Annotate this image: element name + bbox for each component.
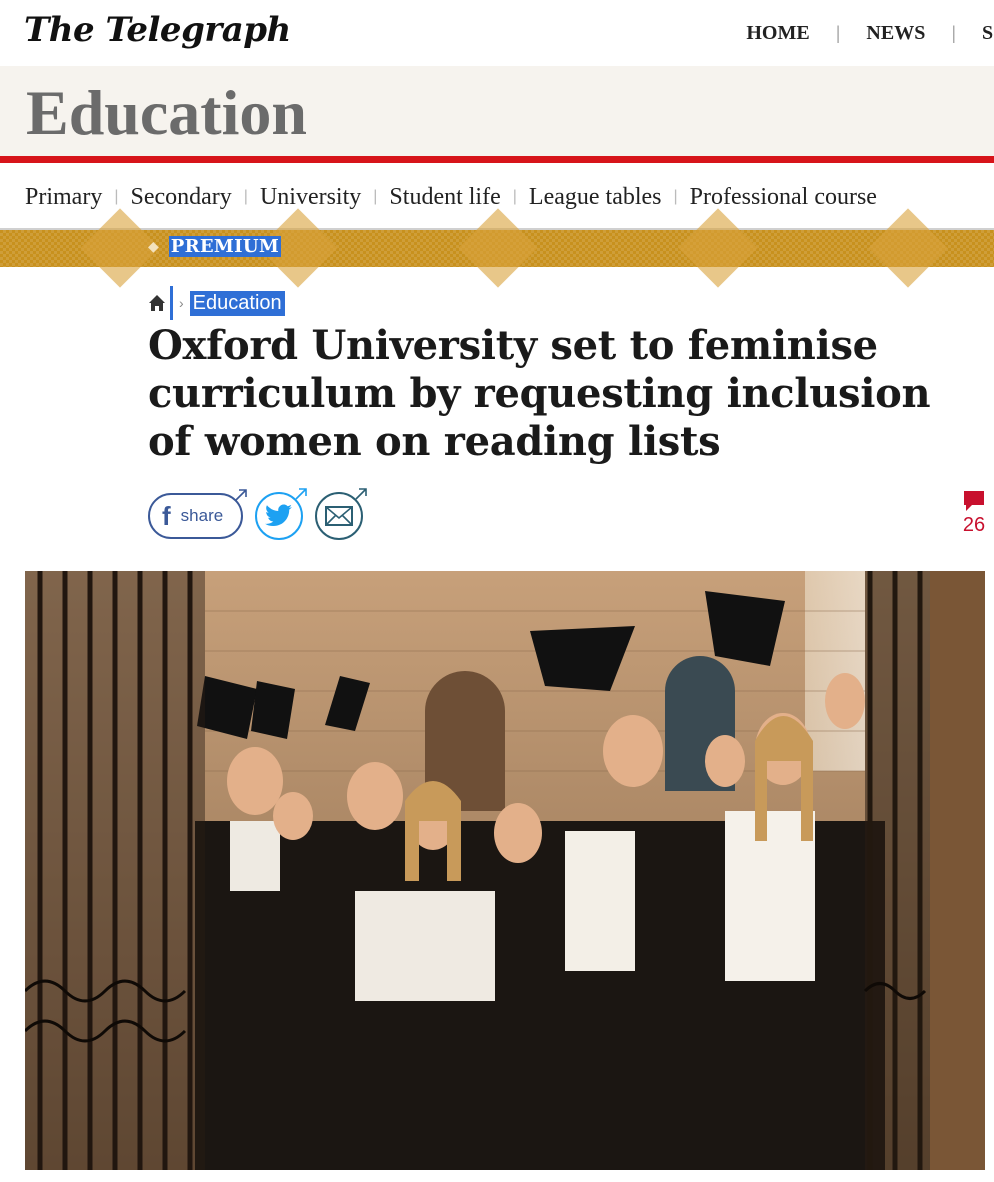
section-header: Education <box>0 66 994 156</box>
subnav-divider: | <box>673 188 678 205</box>
subnav-item-primary[interactable]: Primary <box>25 184 102 211</box>
external-arrow-icon <box>295 488 308 500</box>
premium-label: PREMIUM <box>168 236 282 257</box>
section-divider <box>0 156 994 163</box>
comment-icon <box>964 491 984 511</box>
share-buttons: f share <box>148 488 368 540</box>
nav-divider: | <box>835 23 841 43</box>
top-header: The Telegraph HOME | NEWS | S <box>0 0 994 66</box>
nav-home[interactable]: HOME <box>746 22 809 45</box>
facebook-icon: f <box>162 500 171 531</box>
breadcrumb: › Education <box>148 286 285 320</box>
nav-item-truncated[interactable]: S <box>982 22 994 45</box>
twitter-icon <box>265 504 293 527</box>
nav-divider: | <box>951 23 956 43</box>
subnav-divider: | <box>373 188 378 205</box>
article-photo <box>25 571 985 1170</box>
comment-count: 26 <box>962 514 986 536</box>
subnav-item-university[interactable]: University <box>260 184 361 211</box>
facebook-share-button[interactable]: f share <box>148 489 248 539</box>
email-icon <box>325 506 354 526</box>
twitter-share-button[interactable] <box>255 488 308 540</box>
subnav-item-student-life[interactable]: Student life <box>389 184 500 211</box>
external-arrow-icon <box>235 489 248 501</box>
subnav-divider: | <box>512 188 517 205</box>
facebook-share-label: share <box>180 506 224 525</box>
top-nav: HOME | NEWS | S <box>746 22 994 45</box>
telegraph-logo[interactable]: The Telegraph <box>24 10 291 50</box>
nav-news[interactable]: NEWS <box>866 22 925 45</box>
premium-banner: ◆ PREMIUM <box>0 208 994 288</box>
chevron-right-icon: › <box>179 295 184 311</box>
email-share-button[interactable] <box>315 488 368 540</box>
comments-link[interactable]: 26 <box>956 490 992 537</box>
subnav-item-league-tables[interactable]: League tables <box>529 184 662 211</box>
premium-diamond-icon: ◆ <box>148 238 159 255</box>
premium-badge: ◆ PREMIUM <box>148 236 282 257</box>
subnav-item-secondary[interactable]: Secondary <box>130 184 231 211</box>
external-arrow-icon <box>355 488 368 500</box>
subnav-item-professional-courses[interactable]: Professional course <box>690 184 877 211</box>
graduates-photo-illustration <box>25 571 985 1170</box>
home-icon[interactable] <box>148 294 166 312</box>
breadcrumb-section-link[interactable]: Education <box>189 290 285 316</box>
article-headline: Oxford University set to feminise curric… <box>148 322 931 465</box>
subnav-divider: | <box>114 188 119 205</box>
text-cursor <box>170 286 173 320</box>
subnav-divider: | <box>243 188 248 205</box>
section-title[interactable]: Education <box>26 76 307 150</box>
